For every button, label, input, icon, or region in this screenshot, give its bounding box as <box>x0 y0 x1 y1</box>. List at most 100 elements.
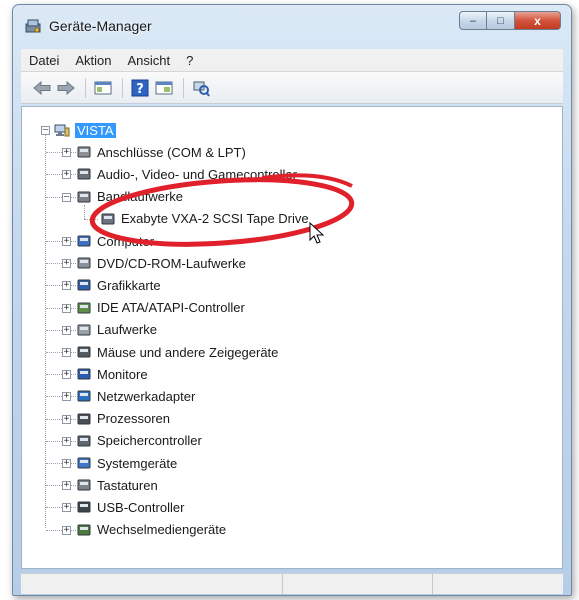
tree-root-vista[interactable]: VISTA <box>54 120 116 140</box>
tree-category-label: Monitore <box>97 366 148 382</box>
tree-category-item[interactable]: Wechselmediengeräte <box>76 520 226 540</box>
back-arrow-icon <box>33 80 51 95</box>
system-devices-icon <box>76 455 92 471</box>
tree-connector-line <box>46 307 76 309</box>
tree-device-item[interactable]: Exabyte VXA-2 SCSI Tape Drive <box>100 209 309 229</box>
forward-arrow-icon <box>57 80 75 95</box>
tree-device-label: Exabyte VXA-2 SCSI Tape Drive <box>121 211 309 227</box>
tree-category-item[interactable]: Tastaturen <box>76 475 158 495</box>
tree-category-item[interactable]: Systemgeräte <box>76 453 177 473</box>
display-adapter-icon <box>76 277 92 293</box>
tree-category-item[interactable]: Laufwerke <box>76 320 157 340</box>
expand-toggle[interactable]: + <box>62 348 71 357</box>
tree-category-label: Speichercontroller <box>97 433 202 449</box>
network-adapter-icon <box>76 388 92 404</box>
tree-connector-line <box>46 196 76 198</box>
menu-help[interactable]: ? <box>178 53 201 68</box>
tree-connector-line <box>46 352 76 353</box>
tree-category-item[interactable]: Speichercontroller <box>76 431 202 451</box>
expand-toggle[interactable]: + <box>62 481 71 491</box>
toolbar-separator <box>122 77 123 98</box>
close-button[interactable]: x <box>515 11 561 30</box>
show-hide-tree-icon <box>94 81 112 94</box>
root-label: VISTA <box>75 122 116 138</box>
menu-datei[interactable]: Datei <box>21 53 67 68</box>
tree-category-label: Tastaturen <box>97 477 158 493</box>
tree-connector-line <box>46 396 76 398</box>
monitor-icon <box>76 366 92 382</box>
tree-connector-line <box>45 135 46 528</box>
mouse-icon <box>76 344 92 360</box>
status-cell-2 <box>283 574 433 594</box>
toolbar-separator <box>85 77 86 98</box>
tree-category-item[interactable]: Audio-, Video- und Gamecontroller <box>76 164 297 184</box>
tree-category-item[interactable]: Anschlüsse (COM & LPT) <box>76 142 246 162</box>
title-bar[interactable]: Geräte-Manager – □ x <box>13 5 571 47</box>
tree-connector-line <box>84 204 85 219</box>
tree-category-item[interactable]: Computer <box>76 231 154 251</box>
expand-toggle[interactable]: + <box>62 414 71 424</box>
menu-aktion[interactable]: Aktion <box>67 53 119 68</box>
tree-category-item[interactable]: Prozessoren <box>76 409 170 429</box>
expand-toggle[interactable]: + <box>62 237 71 246</box>
expand-toggle[interactable]: + <box>62 325 71 335</box>
expand-toggle[interactable]: + <box>62 503 71 513</box>
expand-toggle[interactable]: + <box>62 281 71 291</box>
tape-drive-device-icon <box>100 211 116 227</box>
scan-hardware-button[interactable] <box>190 77 212 99</box>
expand-toggle[interactable]: + <box>62 525 71 535</box>
tree-category-item[interactable]: DVD/CD-ROM-Laufwerke <box>76 253 246 273</box>
expand-toggle[interactable]: + <box>62 436 71 446</box>
dvd-icon <box>76 255 92 271</box>
device-tree[interactable]: – VISTA + Anschlüsse (COM & LPT) + Audio-, … <box>21 106 563 569</box>
port-icon <box>76 144 92 160</box>
scan-hardware-icon <box>193 81 210 97</box>
tree-category-item[interactable]: Mäuse und andere Zeigegeräte <box>76 342 278 362</box>
menu-ansicht[interactable]: Ansicht <box>120 53 179 68</box>
minimize-button[interactable]: – <box>459 11 487 30</box>
status-bar <box>21 573 563 594</box>
collapse-toggle[interactable]: – <box>62 192 71 202</box>
tree-category-label: USB-Controller <box>97 499 185 515</box>
disk-drive-icon <box>76 322 92 338</box>
tree-connector-line <box>84 218 98 220</box>
expand-toggle[interactable]: + <box>62 459 71 468</box>
expand-toggle[interactable]: + <box>62 370 71 380</box>
tree-category-label: Anschlüsse (COM & LPT) <box>97 144 246 160</box>
tree-connector-line <box>46 241 76 242</box>
tree-connector-line <box>46 463 76 464</box>
back-button[interactable] <box>31 77 53 99</box>
usb-icon <box>76 499 92 515</box>
expand-toggle[interactable]: + <box>62 303 71 313</box>
tree-connector-line <box>46 285 76 287</box>
tree-category-label: Systemgeräte <box>97 455 178 471</box>
tree-category-item[interactable]: Bandlaufwerke <box>76 187 183 207</box>
tree-connector-line <box>46 418 76 420</box>
tree-category-item[interactable]: IDE ATA/ATAPI-Controller <box>76 298 245 318</box>
maximize-button[interactable]: □ <box>487 11 515 30</box>
expand-toggle[interactable]: + <box>62 148 71 158</box>
tree-category-item[interactable]: Netzwerkadapter <box>76 386 195 406</box>
speaker-icon <box>76 166 92 182</box>
tree-category-label: Wechselmediengeräte <box>97 522 227 538</box>
toolbar-separator <box>183 77 184 98</box>
mouse-cursor-icon <box>309 222 325 244</box>
properties-button[interactable] <box>153 77 175 99</box>
tree-connector-line <box>46 263 76 265</box>
tape-drive-icon <box>76 189 92 205</box>
help-button[interactable]: ? <box>129 77 151 99</box>
processor-icon <box>76 411 92 427</box>
tree-category-label: Prozessoren <box>97 411 170 427</box>
root-collapse-toggle[interactable]: – <box>41 126 50 135</box>
forward-button[interactable] <box>55 77 77 99</box>
expand-toggle[interactable]: + <box>62 392 71 402</box>
tree-category-item[interactable]: USB-Controller <box>76 497 184 517</box>
tree-category-item[interactable]: Monitore <box>76 364 148 384</box>
tree-category-item[interactable]: Grafikkarte <box>76 275 161 295</box>
expand-toggle[interactable]: + <box>62 259 71 269</box>
show-hide-tree-button[interactable] <box>92 77 114 99</box>
computer-network-icon <box>54 122 70 138</box>
tree-connector-line <box>46 174 76 176</box>
tree-connector-line <box>46 485 76 487</box>
expand-toggle[interactable]: + <box>62 170 71 180</box>
